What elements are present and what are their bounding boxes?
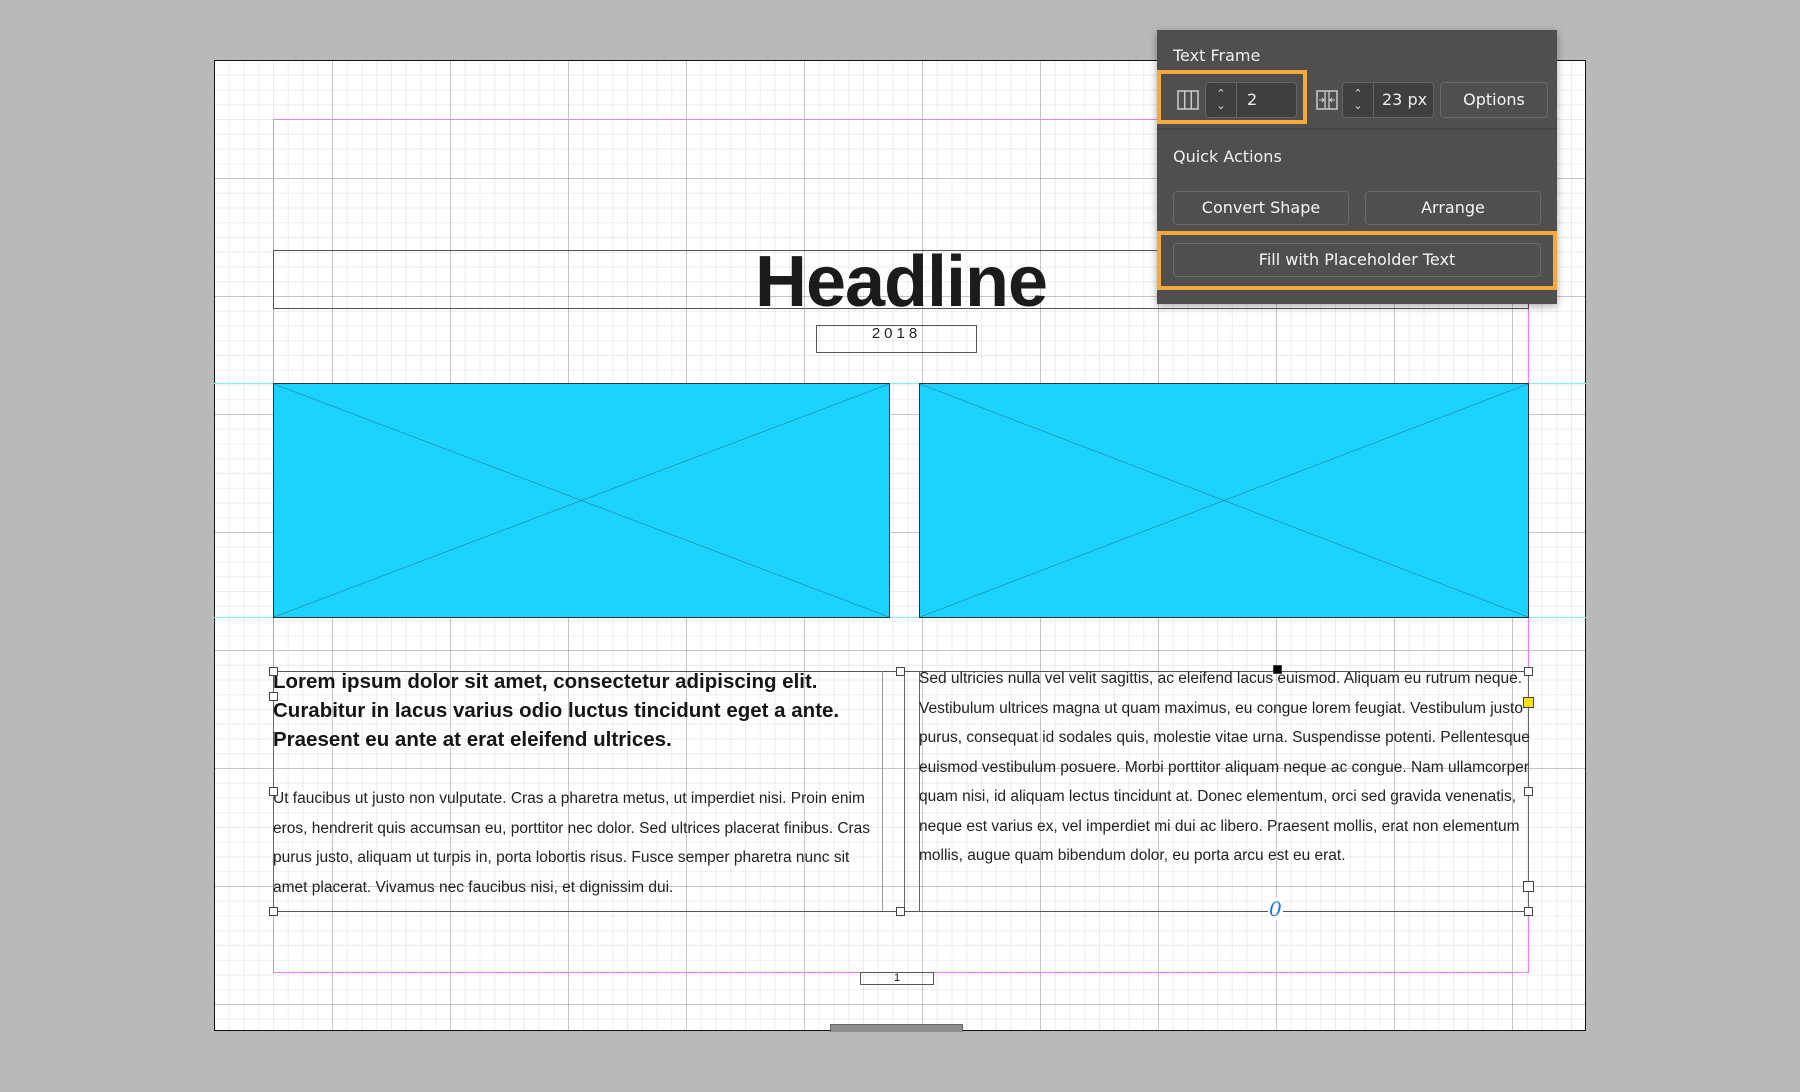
resize-handle[interactable]	[269, 667, 278, 676]
in-port-handle[interactable]	[269, 692, 278, 701]
arrange-button[interactable]: Arrange	[1365, 191, 1541, 225]
convert-shape-button[interactable]: Convert Shape	[1173, 191, 1349, 225]
columns-input[interactable]: 2	[1237, 83, 1296, 117]
gutter-input[interactable]: 23 px	[1374, 83, 1433, 117]
stepper-arrows[interactable]: ⌃ ⌄	[1343, 83, 1374, 117]
gutter-stepper[interactable]: ⌃ ⌄ 23 px	[1342, 82, 1434, 118]
placeholder-cross-icon	[274, 384, 889, 617]
quick-actions-title: Quick Actions	[1173, 147, 1282, 166]
chevron-down-icon[interactable]: ⌄	[1216, 100, 1225, 112]
page-tab[interactable]	[830, 1024, 963, 1032]
chevron-down-icon[interactable]: ⌄	[1353, 100, 1362, 112]
column-gutter-line	[904, 671, 906, 911]
year-frame[interactable]: 2018	[816, 325, 977, 353]
body-text-left[interactable]: Ut faucibus ut justo non vulputate. Cras…	[273, 784, 883, 902]
lead-paragraph[interactable]: Lorem ipsum dolor sit amet, consectetur …	[273, 667, 893, 754]
resize-handle[interactable]	[896, 907, 905, 916]
out-port-handle[interactable]	[1523, 881, 1534, 892]
page-number-frame[interactable]: 1	[860, 972, 934, 985]
resize-handle[interactable]	[896, 667, 905, 676]
options-button[interactable]: Options	[1440, 82, 1548, 118]
columns-stepper[interactable]: ⌃ ⌄ 2	[1205, 82, 1297, 118]
panel-divider	[1157, 128, 1557, 130]
stepper-arrows[interactable]: ⌃ ⌄	[1206, 83, 1237, 117]
resize-handle[interactable]	[1524, 667, 1533, 676]
resize-handle[interactable]	[269, 787, 278, 796]
text-overflow-icon[interactable]: 0	[1268, 898, 1283, 920]
text-frame-title: Text Frame	[1173, 46, 1261, 65]
columns-icon	[1177, 90, 1199, 114]
body-text-right[interactable]: Sed ultricies nulla vel velit sagittis, …	[919, 664, 1534, 871]
corner-options-handle[interactable]	[1523, 697, 1534, 708]
fill-with-placeholder-text-button[interactable]: Fill with Placeholder Text	[1173, 243, 1541, 277]
resize-handle[interactable]	[269, 907, 278, 916]
gutter-icon	[1316, 90, 1338, 114]
properties-panel: Text Frame ⌃ ⌄ 2 ⌃ ⌄ 23 px Options Quick…	[1157, 30, 1557, 304]
resize-handle[interactable]	[1524, 787, 1533, 796]
resize-handle[interactable]	[1524, 907, 1533, 916]
image-placeholder-right[interactable]	[919, 383, 1529, 618]
placeholder-cross-icon	[920, 384, 1528, 617]
column-handle[interactable]	[1273, 665, 1282, 674]
image-placeholder-left[interactable]	[273, 383, 890, 618]
